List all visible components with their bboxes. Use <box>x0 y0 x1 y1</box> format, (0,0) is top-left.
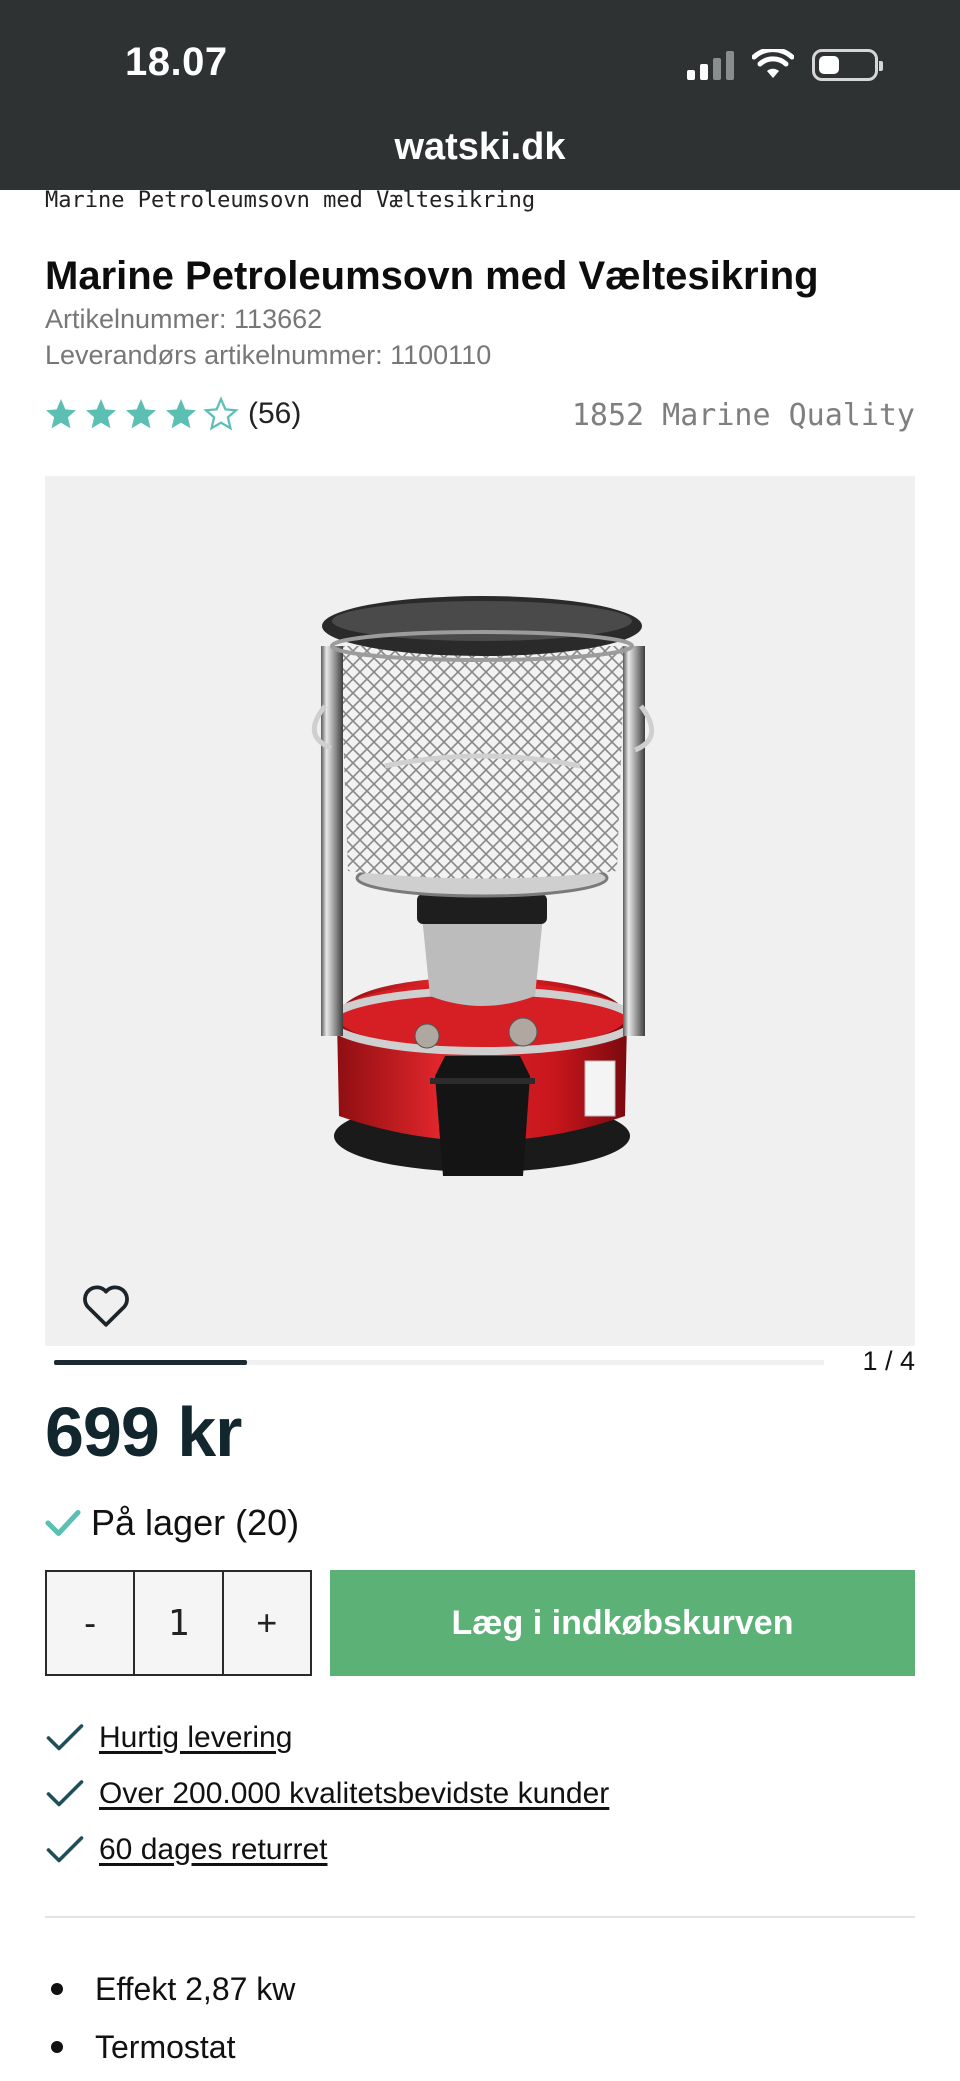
check-icon <box>46 1780 84 1807</box>
star-filled-icon <box>46 399 76 429</box>
check-icon <box>45 1509 81 1537</box>
supplier-article-number: Leverandørs artikelnummer: 1100110 <box>45 340 492 370</box>
quantity-field[interactable]: 1 <box>133 1572 224 1674</box>
usp-link-returns[interactable]: 60 dages returret <box>99 1833 327 1867</box>
usp-item: Hurtig levering <box>45 1710 609 1766</box>
brand-name[interactable]: 1852 Marine Quality <box>572 398 915 433</box>
increase-button[interactable]: + <box>224 1572 310 1674</box>
divider <box>45 1916 915 1918</box>
usp-item: Over 200.000 kvalitetsbevidste kunder <box>45 1766 609 1822</box>
check-icon <box>46 1724 84 1751</box>
product-image-gallery[interactable] <box>45 476 915 1346</box>
system-icons <box>687 48 883 82</box>
gallery-progress-fill <box>54 1360 247 1365</box>
usp-list: Hurtig levering Over 200.000 kvalitetsbe… <box>45 1710 609 1878</box>
decrease-button[interactable]: - <box>47 1572 133 1674</box>
feature-item: Effekt 2,87 kw <box>45 1960 295 2018</box>
battery-icon <box>812 49 883 81</box>
usp-link-fast-delivery[interactable]: Hurtig levering <box>99 1721 292 1755</box>
url-bar[interactable]: watski.dk <box>0 126 960 169</box>
rating[interactable]: (56) <box>42 396 301 432</box>
add-to-cart-button[interactable]: Læg i indkøbskurven <box>330 1570 915 1676</box>
gallery-pager: 1 / 4 <box>862 1346 915 1376</box>
status-time: 18.07 <box>125 40 228 84</box>
page-title: Marine Petroleumsovn med Væltesikring <box>45 254 819 298</box>
star-filled-icon <box>126 399 156 429</box>
heart-icon[interactable] <box>81 1282 131 1328</box>
signal-icon <box>687 50 734 80</box>
feature-item: Termostat <box>45 2018 295 2076</box>
breadcrumb[interactable]: Marine Petroleumsovn med Væltesikring <box>45 188 535 213</box>
star-filled-icon <box>86 399 116 429</box>
review-count: (56) <box>248 397 302 430</box>
browser-top-bar: 18.07 watski.dk <box>0 0 960 190</box>
usp-link-customers[interactable]: Over 200.000 kvalitetsbevidste kunder <box>99 1777 609 1811</box>
product-image <box>312 596 654 1176</box>
stock-status: På lager (20) <box>45 1502 299 1544</box>
gallery-progress[interactable] <box>54 1360 824 1365</box>
check-icon <box>46 1836 84 1863</box>
feature-list: Effekt 2,87 kw Termostat <box>45 1960 295 2076</box>
price: 699 kr <box>45 1393 242 1471</box>
article-number: Artikelnummer: 113662 <box>45 304 323 334</box>
star-filled-icon <box>166 399 196 429</box>
quantity-stepper[interactable]: - 1 + <box>45 1570 312 1676</box>
star-empty-icon <box>203 396 239 431</box>
wifi-icon <box>752 49 794 78</box>
stock-label: På lager (20) <box>91 1502 300 1543</box>
usp-item: 60 dages returret <box>45 1822 609 1878</box>
